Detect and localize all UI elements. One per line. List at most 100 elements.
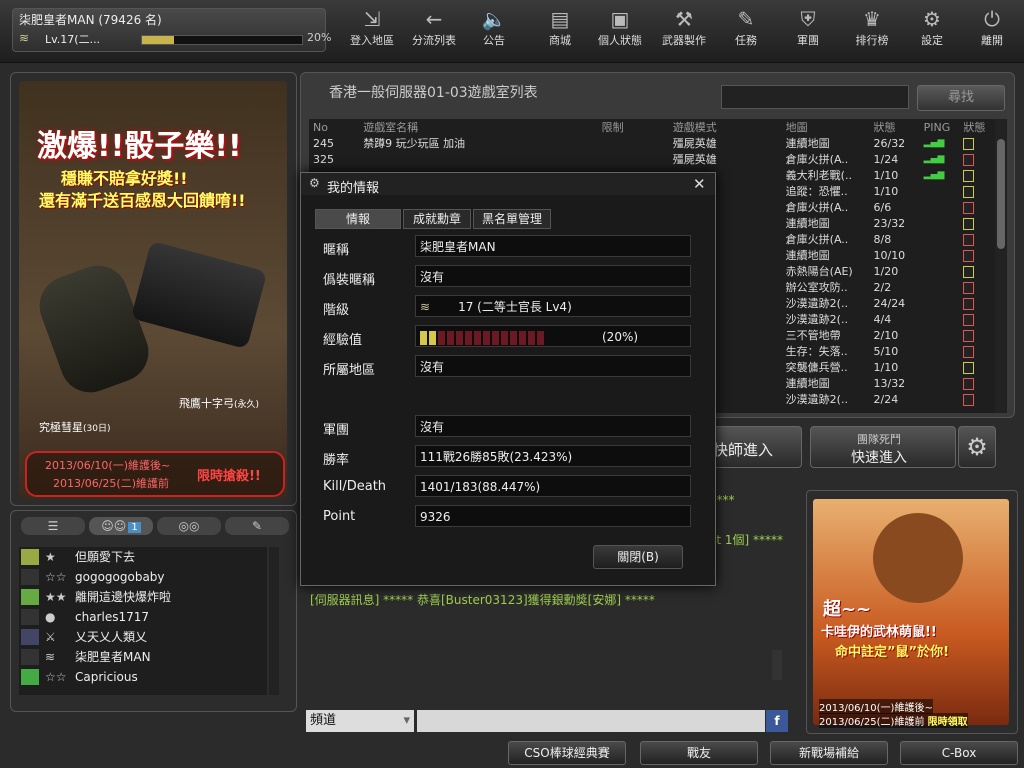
avatar — [21, 629, 39, 645]
ping-icon: ▂▄▆ — [923, 154, 945, 164]
ping-icon — [920, 263, 960, 279]
nav-shop-button[interactable]: ▤ 商城 — [532, 4, 588, 56]
nav-gear-button[interactable]: ⚙ 設定 — [904, 4, 960, 56]
room-cell-status: 2/10 — [873, 328, 899, 342]
info-value: 沒有 — [415, 355, 691, 377]
ping-icon — [920, 183, 960, 199]
room-search-input[interactable] — [721, 85, 909, 109]
dialog-close-button[interactable]: 關閉(B) — [593, 545, 683, 569]
friend-list-tab-icon[interactable]: ☰ — [21, 517, 85, 535]
room-cell-map: 連續地圖 — [785, 377, 830, 390]
column-header[interactable]: 狀態 — [869, 119, 919, 135]
friend-item[interactable]: ☆☆ gogogogobaby — [19, 567, 267, 587]
room-cell-status: 1/20 — [873, 264, 899, 278]
friends-tab-icon[interactable]: ☺☺ 1 — [89, 517, 153, 535]
search-button[interactable]: 尋找 — [917, 85, 1005, 111]
nav-trophy-button[interactable]: ♛ 排行榜 — [844, 4, 900, 56]
column-header[interactable]: 狀態 — [959, 119, 995, 135]
friend-list-scrollbar[interactable] — [269, 547, 279, 695]
friend-item[interactable]: ☆☆ Capricious — [19, 667, 267, 687]
dialog-tab-2[interactable]: 黑名單管理 — [473, 209, 551, 229]
info-label: 軍團 — [323, 423, 350, 438]
dialog-tab-1[interactable]: 成就勳章 — [403, 209, 471, 229]
chat-input[interactable] — [417, 710, 765, 732]
footer-button-2[interactable]: 新戰場補給 — [770, 741, 888, 765]
room-cell-map: 倉庫火拼(A.. — [785, 153, 849, 166]
nav-back-arrow-button[interactable]: ← 分流列表 — [406, 4, 462, 56]
nav-mission-button[interactable]: ✎ 任務 — [718, 4, 774, 56]
friend-item[interactable]: ★ 但願愛下去 — [19, 547, 267, 567]
column-header[interactable]: 遊戲模式 — [669, 119, 782, 135]
rank-icon: ≋ — [19, 31, 30, 45]
nav-label: 商城 — [549, 34, 571, 47]
nav-clan-shield-button[interactable]: ⛨ 軍團 — [780, 4, 836, 56]
nav-label: 分流列表 — [412, 34, 456, 47]
room-cell-limit — [598, 151, 669, 167]
promo-banner[interactable]: 激爆!!骰子樂!! 穩賺不賠拿好獎!! 還有滿千送百感恩大回饋唷!! 究極彗星(… — [19, 81, 287, 499]
nav-weapon-craft-button[interactable]: ⚒ 武器製作 — [656, 4, 712, 56]
exp-bar — [141, 35, 303, 45]
chat-scrollbar[interactable] — [772, 650, 782, 680]
room-status-icon — [959, 231, 995, 247]
close-icon[interactable]: ✕ — [693, 175, 706, 193]
room-cell-map: 倉庫火拼(A.. — [785, 233, 849, 246]
footer-button-1[interactable]: 戰友 — [640, 741, 758, 765]
clan-tab-icon[interactable]: ◎◎ — [157, 517, 221, 535]
friend-name: charles1717 — [75, 610, 149, 624]
promo-right-date1: 2013/06/10(一)維護後~ — [819, 699, 933, 714]
room-row[interactable]: 245 禁蹲9 玩少玩區 加油 殭屍英雄 連續地圖 26/32 ▂▄▆ — [309, 135, 995, 151]
quick-join-settings-gear-icon[interactable]: ⚙ — [958, 426, 996, 468]
quick-join-button[interactable]: 團隊死鬥 快速進入 — [810, 426, 956, 468]
room-row[interactable]: 325 殭屍英雄 倉庫火拼(A.. 1/24 ▂▄▆ — [309, 151, 995, 167]
column-header[interactable]: 遊戲室名稱 — [359, 119, 597, 135]
info-value: (20%) — [415, 325, 691, 347]
promo-tag: 限時搶殺!! — [197, 469, 261, 484]
channel-select[interactable]: 頻道 ▾ — [306, 710, 414, 732]
nav-speaker-button[interactable]: 🔈 公告 — [466, 4, 522, 56]
column-header[interactable]: No — [309, 119, 359, 135]
dialog-tab-0[interactable]: 情報 — [315, 209, 401, 229]
friend-item[interactable]: ≋ 柒肥皇者MAN — [19, 647, 267, 667]
room-cell-map: 倉庫火拼(A.. — [785, 201, 849, 214]
friend-name: 柒肥皇者MAN — [75, 650, 151, 664]
info-label: 勝率 — [323, 453, 350, 468]
room-status-icon — [959, 343, 995, 359]
friend-item[interactable]: ⚔ 乂天乂人類乂 — [19, 627, 267, 647]
user-level: Lv.17(二... — [45, 33, 101, 46]
room-cell-map: 連續地圖 — [785, 249, 830, 262]
footer-button-3[interactable]: C-Box — [900, 741, 1018, 765]
avatar — [21, 589, 39, 605]
column-header[interactable]: 地圖 — [782, 119, 870, 135]
info-value: 沒有 — [415, 265, 691, 287]
info-label: 僞裝暱稱 — [323, 273, 376, 288]
info-label: 暱稱 — [323, 243, 350, 258]
right-promo-banner[interactable]: 超~~ 卡哇伊的武林萌鼠!! 命中註定”鼠”於你! 2013/06/10(一)維… — [813, 499, 1009, 728]
friend-name: 但願愛下去 — [75, 550, 136, 564]
facebook-icon[interactable]: f — [766, 710, 788, 732]
nav-profile-card-button[interactable]: ▣ 個人狀態 — [592, 4, 648, 56]
room-cell-map: 辦公室攻防.. — [785, 281, 848, 294]
friends-panel: ☰ ☺☺ 1 ◎◎ ✎ ★ 但願愛下去 ☆☆ gogogogobaby ★★ 離開這邊快爆炸… — [10, 510, 297, 712]
friend-name: gogogogobaby — [75, 570, 165, 584]
room-cell-status: 2/24 — [873, 392, 899, 406]
room-cell-map: 連續地圖 — [785, 217, 830, 230]
ping-icon — [920, 343, 960, 359]
room-status-icon — [959, 151, 995, 167]
rank-icon: ☆☆ — [45, 570, 67, 584]
ping-icon — [920, 359, 960, 375]
footer-button-0[interactable]: CSO棒球經典賽 — [508, 741, 626, 765]
nav-login-region-button[interactable]: ⇲ 登入地區 — [344, 4, 400, 56]
friend-item[interactable]: ★★ 離開這邊快爆炸啦 — [19, 587, 267, 607]
info-row: Point 9326 — [301, 505, 715, 529]
edit-tab-icon[interactable]: ✎ — [225, 517, 289, 535]
column-header[interactable]: PING — [920, 119, 960, 135]
nav-power-button[interactable]: ⏻ 離開 — [964, 4, 1020, 56]
username-count: 柒肥皇者MAN (79426 名) — [19, 13, 162, 27]
room-list-scrollbar[interactable] — [995, 119, 1007, 413]
friend-item[interactable]: ● charles1717 — [19, 607, 267, 627]
power-icon: ⏻ — [984, 7, 1000, 31]
quick-join-room-label: 快師進入 — [713, 441, 774, 459]
room-cell-status: 2/2 — [873, 280, 892, 294]
quick-join-label: 快速進入 — [851, 450, 907, 466]
column-header[interactable]: 限制 — [598, 119, 669, 135]
